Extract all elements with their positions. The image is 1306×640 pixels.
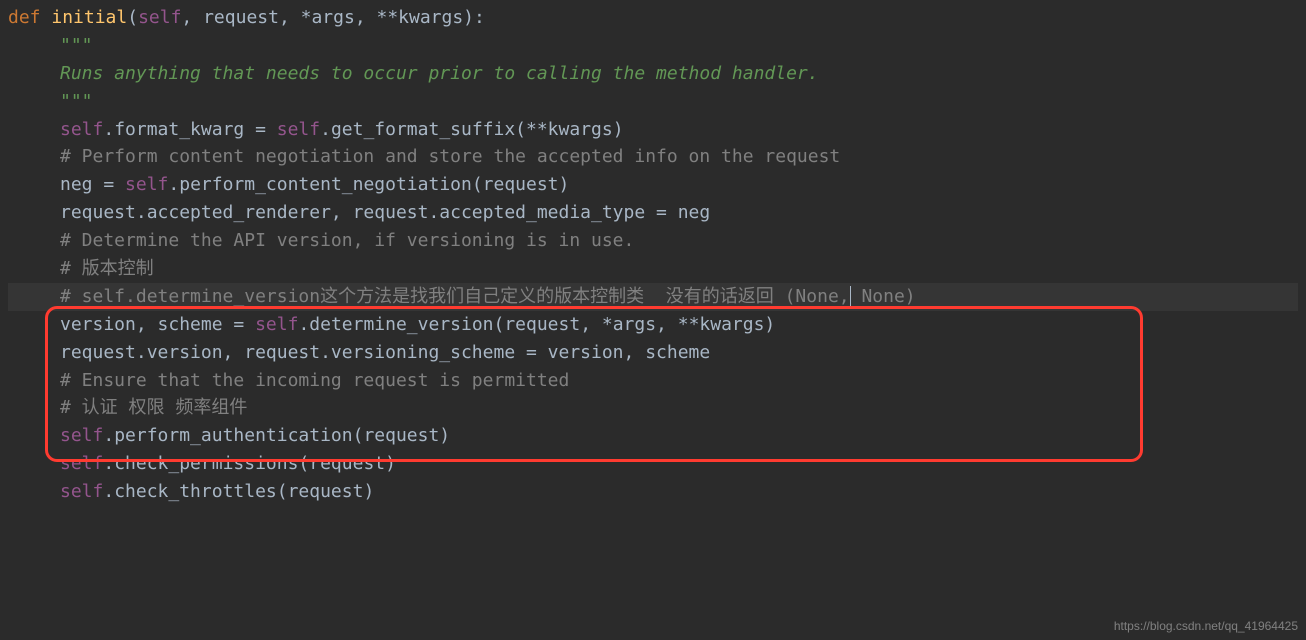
code-text: neg = [60, 174, 125, 195]
docstring-text: Runs anything that needs to occur prior … [60, 63, 819, 84]
docstring-open: """ [60, 35, 93, 56]
code-text: .check_permissions(request) [103, 453, 396, 474]
comment: # 版本控制 [60, 258, 154, 279]
code-text: .perform_authentication(request) [103, 425, 450, 446]
code-line-1: def initial(self, request, *args, **kwar… [8, 4, 1298, 32]
code-line-21: self.check_throttles(request) [8, 478, 1298, 506]
watermark: https://blog.csdn.net/qq_41964425 [1114, 617, 1298, 636]
code-editor[interactable]: def initial(self, request, *args, **kwar… [8, 4, 1298, 506]
code-line-5: self.format_kwarg = self.get_format_suff… [8, 116, 1298, 144]
code-line-7: # Perform content negotiation and store … [8, 143, 1298, 171]
comment: # 认证 权限 频率组件 [60, 397, 247, 418]
lparen: ( [127, 7, 138, 28]
self: self [277, 119, 320, 140]
code-line-20: self.check_permissions(request) [8, 450, 1298, 478]
code-line-12: # 版本控制 [8, 255, 1298, 283]
keyword-def: def [8, 7, 51, 28]
code-line-15: request.version, request.versioning_sche… [8, 339, 1298, 367]
colon: : [474, 7, 485, 28]
self: self [60, 425, 103, 446]
code-line-17: # Ensure that the incoming request is pe… [8, 367, 1298, 395]
params: , request, *args, **kwargs) [181, 7, 474, 28]
code-line-9: request.accepted_renderer, request.accep… [8, 199, 1298, 227]
comment: # Ensure that the incoming request is pe… [60, 370, 569, 391]
self: self [60, 453, 103, 474]
docstring-close: """ [60, 91, 93, 112]
self: self [125, 174, 168, 195]
code-text: .get_format_suffix(**kwargs) [320, 119, 623, 140]
code-line-13: # self.determine_version这个方法是找我们自己定义的版本控… [8, 283, 1298, 311]
code-line-3: Runs anything that needs to occur prior … [8, 60, 1298, 88]
self-param: self [138, 7, 181, 28]
code-line-18: # 认证 权限 频率组件 [8, 394, 1298, 422]
comment: # Determine the API version, if versioni… [60, 230, 634, 251]
code-line-2: """ [8, 32, 1298, 60]
code-text: version, scheme = [60, 314, 255, 335]
code-line-8: neg = self.perform_content_negotiation(r… [8, 171, 1298, 199]
code-line-19: self.perform_authentication(request) [8, 422, 1298, 450]
comment: # Perform content negotiation and store … [60, 146, 840, 167]
comment: None) [851, 286, 916, 307]
code-text: request.accepted_renderer, request.accep… [60, 202, 710, 223]
function-name: initial [51, 7, 127, 28]
code-text: .check_throttles(request) [103, 481, 374, 502]
comment: # self.determine_version这个方法是找我们自己定义的版本控… [60, 286, 850, 307]
code-text: .determine_version(request, *args, **kwa… [298, 314, 775, 335]
code-line-11: # Determine the API version, if versioni… [8, 227, 1298, 255]
self: self [255, 314, 298, 335]
code-line-4: """ [8, 88, 1298, 116]
self: self [60, 481, 103, 502]
code-text: request.version, request.versioning_sche… [60, 342, 710, 363]
code-text: .perform_content_negotiation(request) [168, 174, 569, 195]
code-line-14: version, scheme = self.determine_version… [8, 311, 1298, 339]
self: self [60, 119, 103, 140]
code-text: .format_kwarg = [103, 119, 276, 140]
